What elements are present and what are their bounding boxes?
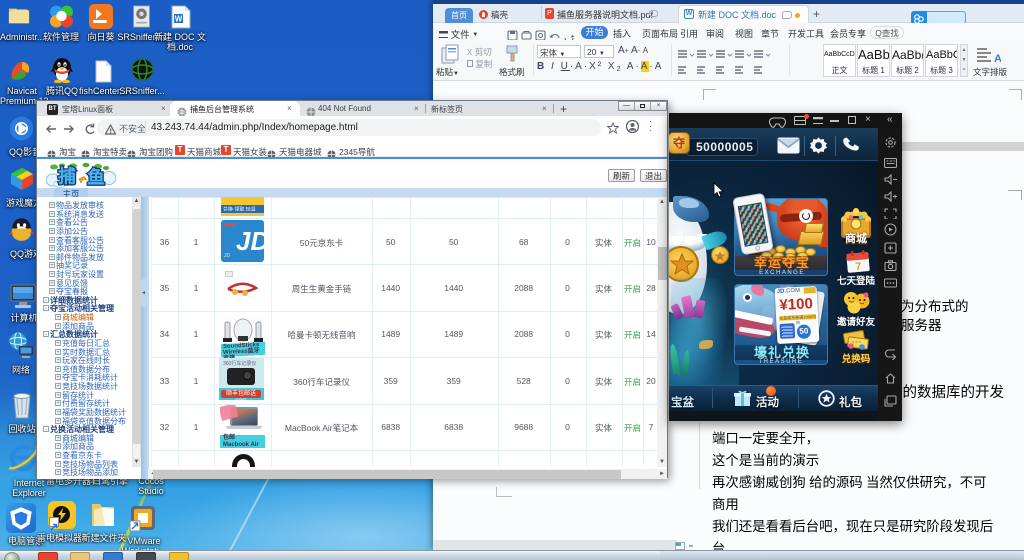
svg-text:W: W	[175, 15, 183, 24]
svg-text:A: A	[994, 53, 1001, 65]
svg-text:捕: 捕	[59, 166, 76, 186]
svg-text:鱼: 鱼	[88, 167, 105, 187]
svg-text:7: 7	[855, 261, 862, 273]
